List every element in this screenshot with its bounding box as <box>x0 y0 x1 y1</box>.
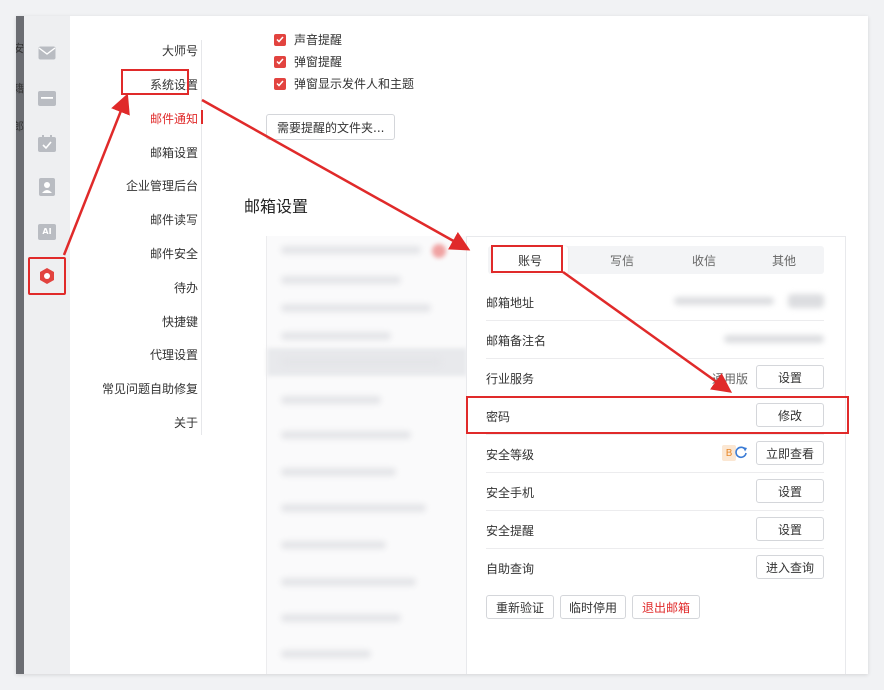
row-self-query: 自助查询 进入查询 <box>486 548 824 586</box>
blurred-text <box>281 276 401 284</box>
blurred-badge <box>432 244 446 258</box>
annotation-box-account-tab <box>491 245 563 273</box>
checkbox-checked-icon <box>274 33 286 46</box>
row-security-phone: 安全手机 设置 <box>486 472 824 511</box>
icon-sidebar: AI <box>24 16 70 674</box>
reminder-folders-button[interactable]: 需要提醒的文件夹... <box>266 114 396 140</box>
row-security-level: 安全等级 B 立即查看 <box>486 434 824 473</box>
reverify-button[interactable]: 重新验证 <box>486 595 554 619</box>
nav-item-mail-read-write[interactable]: 邮件读写 <box>150 211 198 228</box>
settings-window: 安 籍 郎 AI 大师号 系统设置 邮件通知 邮箱设置 企业管理后台 邮件读写 … <box>16 16 868 674</box>
tab-other[interactable]: 其他 <box>746 246 822 274</box>
blurred-text <box>281 504 426 512</box>
blurred-text <box>281 431 411 439</box>
view-security-level-button[interactable]: 立即查看 <box>756 441 824 465</box>
mail-icon[interactable] <box>32 38 62 68</box>
blurred-text <box>281 396 381 404</box>
checkbox-popup-reminder[interactable]: 弹窗提醒 <box>274 53 342 70</box>
row-mail-address: 邮箱地址 <box>486 282 824 321</box>
checkbox-sound-reminder[interactable]: 声音提醒 <box>274 31 342 48</box>
row-label: 安全手机 <box>486 486 535 500</box>
service-value: 通用版 <box>711 372 748 386</box>
row-industry-service: 行业服务 通用版 设置 <box>486 358 824 397</box>
blurred-text <box>281 578 416 586</box>
checkbox-label: 弹窗显示发件人和主题 <box>294 77 415 91</box>
calendar-icon[interactable] <box>32 128 62 158</box>
nav-divider <box>201 40 202 435</box>
ai-icon-label: AI <box>42 227 52 236</box>
row-label: 安全提醒 <box>486 524 535 538</box>
account-list-blurred <box>266 236 467 674</box>
nav-item-mail-notification[interactable]: 邮件通知 <box>150 110 198 127</box>
checkbox-checked-icon <box>274 77 286 90</box>
nav-item-mail-security[interactable]: 邮件安全 <box>150 245 198 262</box>
left-edge-char: 安 <box>16 42 24 55</box>
checkbox-label: 弹窗提醒 <box>294 55 343 69</box>
industry-service-settings-button[interactable]: 设置 <box>756 365 824 389</box>
blurred-text <box>281 541 386 549</box>
row-label: 自助查询 <box>486 562 535 576</box>
suspend-button[interactable]: 临时停用 <box>560 595 626 619</box>
settings-nav: 大师号 系统设置 邮件通知 邮箱设置 企业管理后台 邮件读写 邮件安全 待办 快… <box>70 16 218 674</box>
row-label: 邮箱备注名 <box>486 334 547 348</box>
blurred-value <box>788 294 824 308</box>
blurred-value <box>724 335 824 343</box>
checkbox-popup-sender-subject[interactable]: 弹窗显示发件人和主题 <box>274 75 414 92</box>
tab-receive[interactable]: 收信 <box>666 246 742 274</box>
row-label: 安全等级 <box>486 448 535 462</box>
row-mail-remark: 邮箱备注名 <box>486 320 824 359</box>
blurred-text <box>281 332 391 340</box>
left-edge-char: 籍 <box>16 82 24 95</box>
contacts-icon[interactable] <box>32 172 62 202</box>
nav-item-about[interactable]: 关于 <box>174 414 198 431</box>
nav-item-todo[interactable]: 待办 <box>174 279 198 296</box>
row-label: 行业服务 <box>486 372 535 386</box>
settings-gear-icon[interactable] <box>28 257 66 295</box>
blurred-text <box>281 246 421 254</box>
folder-icon[interactable] <box>32 83 62 113</box>
row-security-reminder: 安全提醒 设置 <box>486 510 824 549</box>
checkbox-label: 声音提醒 <box>294 33 343 47</box>
blurred-value <box>674 297 774 305</box>
security-phone-settings-button[interactable]: 设置 <box>756 479 824 503</box>
row-label: 邮箱地址 <box>486 296 535 310</box>
nav-selected-indicator <box>201 110 203 124</box>
left-edge-char: 郎 <box>16 120 24 133</box>
checkbox-checked-icon <box>274 55 286 68</box>
blurred-text <box>281 358 441 366</box>
left-edge-strip <box>16 16 24 674</box>
enter-self-query-button[interactable]: 进入查询 <box>756 555 824 579</box>
nav-item-proxy-settings[interactable]: 代理设置 <box>150 346 198 363</box>
ai-icon[interactable]: AI <box>32 217 62 247</box>
blurred-text <box>281 614 401 622</box>
annotation-box-password-row <box>466 396 849 434</box>
security-reminder-settings-button[interactable]: 设置 <box>756 517 824 541</box>
annotation-box-system-settings <box>121 69 189 95</box>
blurred-text <box>281 650 371 658</box>
nav-item-master-account[interactable]: 大师号 <box>162 42 198 59</box>
nav-item-shortcuts[interactable]: 快捷键 <box>162 313 198 330</box>
nav-item-enterprise-admin[interactable]: 企业管理后台 <box>126 177 198 194</box>
nav-item-faq-self-repair[interactable]: 常见问题自助修复 <box>102 380 198 397</box>
blurred-text <box>281 304 431 312</box>
blurred-text <box>281 468 396 476</box>
nav-item-mailbox-settings[interactable]: 邮箱设置 <box>150 144 198 161</box>
mailbox-settings-title: 邮箱设置 <box>244 197 309 216</box>
tab-compose[interactable]: 写信 <box>584 246 660 274</box>
refresh-icon[interactable] <box>734 445 750 461</box>
logout-mailbox-button[interactable]: 退出邮箱 <box>632 595 700 619</box>
